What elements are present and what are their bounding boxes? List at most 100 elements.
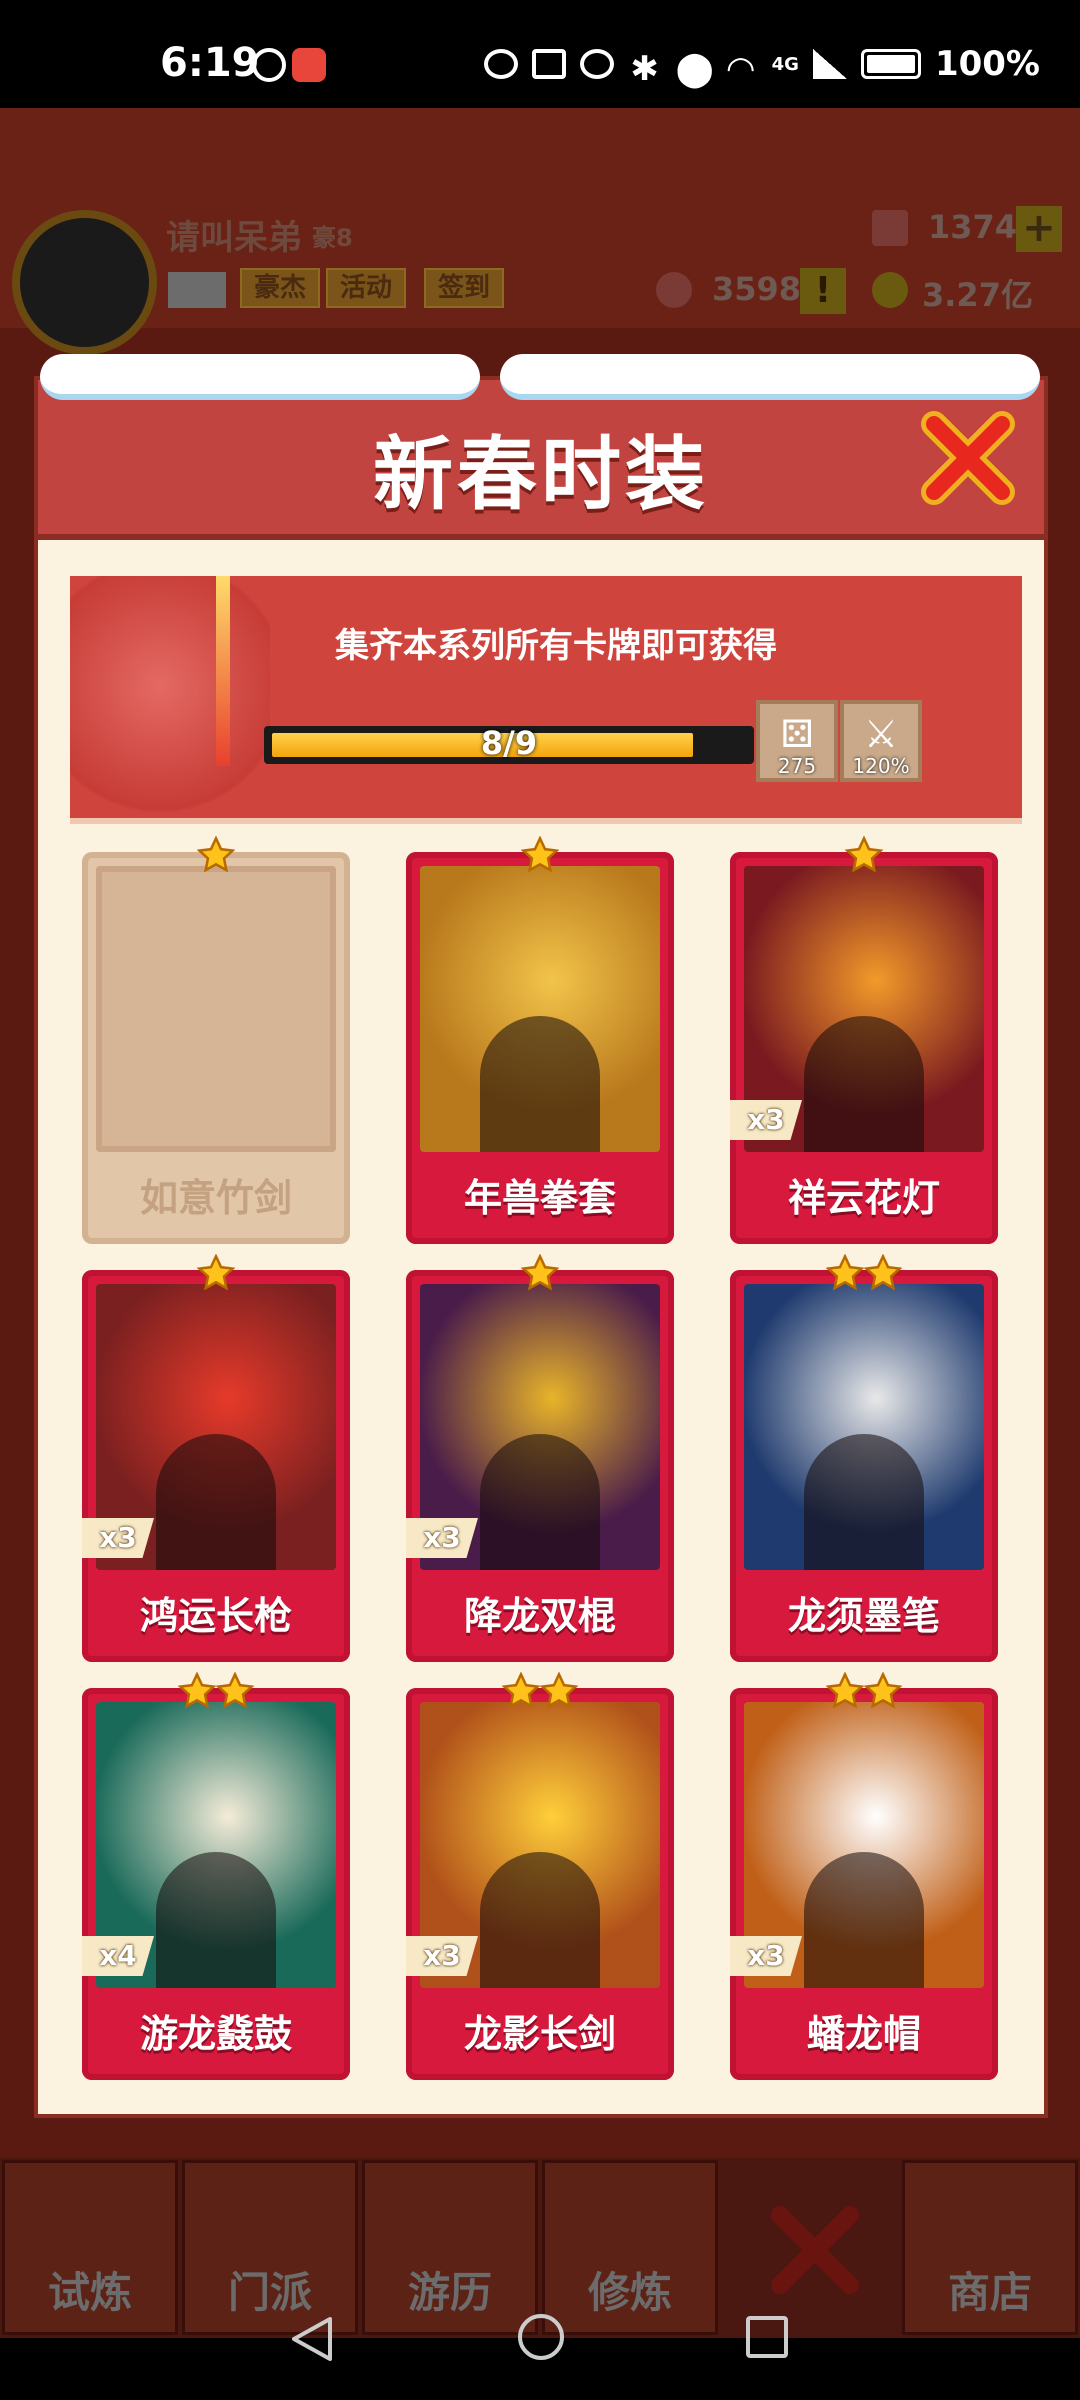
battery-icon <box>860 49 921 79</box>
costume-figure <box>480 1434 600 1570</box>
app-notification-icon <box>292 48 326 82</box>
star-rating <box>406 836 674 876</box>
card-name: 龙影长剑 <box>463 2012 616 2056</box>
nfc-icon <box>531 49 566 79</box>
status-bar: 6:19 ✱ ⬤ ◠ 4G 100% <box>0 0 1080 108</box>
blade-icon: ⚔ <box>863 712 899 756</box>
tab-label: 修炼 <box>587 2268 672 2317</box>
star-rating <box>730 1672 998 1712</box>
star-icon <box>521 836 559 873</box>
player-rank: 豪8 <box>312 224 353 252</box>
dice-icon: ⚄ <box>780 712 814 756</box>
star-icon <box>197 836 235 873</box>
tab-training[interactable]: 修炼 <box>542 2160 718 2335</box>
card-art <box>96 866 336 1152</box>
gold-icon <box>872 272 908 308</box>
costume-card[interactable]: x3 蟠龙帽 <box>730 1672 998 2080</box>
card-count-badge: x4 <box>82 1936 154 1976</box>
checkin-button[interactable]: 签到 <box>424 268 505 308</box>
mail-icon[interactable] <box>168 272 226 308</box>
star-rating <box>82 836 350 876</box>
star-icon <box>845 836 883 873</box>
costume-figure <box>804 1016 924 1152</box>
player-name: 请叫呆弟 <box>166 218 302 258</box>
wifi-icon: ◠ <box>727 49 754 89</box>
close-icon[interactable] <box>920 410 1016 506</box>
progress-label: 8/9 <box>480 724 538 762</box>
star-icon <box>864 1254 902 1291</box>
gem-icon <box>872 210 908 246</box>
alarm-icon <box>252 48 286 82</box>
star-icon <box>197 1254 235 1291</box>
signal-icon <box>812 49 847 79</box>
star-rating <box>730 1254 998 1294</box>
snow-decoration <box>40 354 480 400</box>
gem-count: 1374 <box>928 208 1018 246</box>
reward-blade[interactable]: ⚔ 120% <box>840 700 922 782</box>
network-type: 4G <box>771 53 799 75</box>
costume-figure <box>804 1434 924 1570</box>
card-name: 鸿运长枪 <box>139 1594 292 1638</box>
heroes-button[interactable]: 豪杰 <box>240 268 321 308</box>
star-icon <box>540 1672 578 1709</box>
card-name: 龙须墨笔 <box>787 1594 940 1638</box>
reward-dice[interactable]: ⚄ 275 <box>756 700 838 782</box>
back-icon[interactable] <box>290 2315 334 2363</box>
battle-x-icon[interactable] <box>770 2205 860 2295</box>
star-icon <box>521 1254 559 1291</box>
token-count: 3598 <box>712 270 802 308</box>
star-rating <box>406 1254 674 1294</box>
add-gems-button[interactable]: + <box>1016 206 1062 252</box>
costume-card[interactable]: x3 祥云花灯 <box>730 836 998 1244</box>
avatar[interactable] <box>12 210 157 355</box>
home-icon[interactable] <box>518 2314 564 2360</box>
tab-shop[interactable]: 商店 <box>902 2160 1078 2335</box>
modal-title: 新春时装 <box>373 428 709 521</box>
costume-card[interactable]: x3 龙影长剑 <box>406 1672 674 2080</box>
costume-card[interactable]: 龙须墨笔 <box>730 1254 998 1662</box>
costume-card[interactable]: x3 鸿运长枪 <box>82 1254 350 1662</box>
card-name: 蟠龙帽 <box>806 2012 921 2056</box>
eye-icon <box>483 49 518 79</box>
star-icon <box>826 1254 864 1291</box>
token-icon <box>656 272 692 308</box>
costume-figure <box>156 1434 276 1570</box>
star-icon <box>502 1672 540 1709</box>
costume-card[interactable]: 如意竹剑 <box>82 836 350 1244</box>
card-name: 年兽拳套 <box>463 1176 616 1220</box>
costume-card[interactable]: x3 降龙双棍 <box>406 1254 674 1662</box>
reward-value: 275 <box>777 754 817 778</box>
status-right: ✱ ⬤ ◠ 4G 100% <box>483 44 1040 89</box>
sword-decoration <box>216 576 230 766</box>
card-count-badge: x3 <box>406 1518 478 1558</box>
star-icon <box>178 1672 216 1709</box>
costume-figure <box>804 1852 924 1988</box>
reward-value: 120% <box>852 754 910 778</box>
tab-label: 商店 <box>947 2268 1032 2317</box>
card-count-badge: x3 <box>406 1936 478 1976</box>
recent-apps-icon[interactable] <box>746 2316 788 2358</box>
card-count-badge: x3 <box>82 1518 154 1558</box>
battery-percent: 100% <box>934 44 1040 84</box>
costume-figure <box>480 1016 600 1152</box>
card-art <box>744 1284 984 1570</box>
status-time: 6:19 <box>160 40 260 86</box>
card-art <box>420 866 660 1152</box>
game-top-bar <box>0 108 1080 328</box>
star-rating <box>406 1672 674 1712</box>
costume-figure <box>156 1852 276 1988</box>
gold-count: 3.27亿 <box>922 276 1033 314</box>
costume-card[interactable]: x4 游龙鼗鼓 <box>82 1672 350 2080</box>
card-name: 祥云花灯 <box>787 1176 940 1220</box>
tab-label: 试炼 <box>47 2268 132 2317</box>
tab-travel[interactable]: 游历 <box>362 2160 538 2335</box>
tab-trial[interactable]: 试炼 <box>2 2160 178 2335</box>
alert-button[interactable]: ! <box>800 268 846 314</box>
tab-sect[interactable]: 门派 <box>182 2160 358 2335</box>
events-button[interactable]: 活动 <box>326 268 407 308</box>
alarm-icon <box>579 49 614 79</box>
card-count-badge: x3 <box>730 1936 802 1976</box>
costume-card[interactable]: 年兽拳套 <box>406 836 674 1244</box>
snow-decoration <box>500 354 1040 400</box>
card-name: 游龙鼗鼓 <box>139 2012 292 2056</box>
